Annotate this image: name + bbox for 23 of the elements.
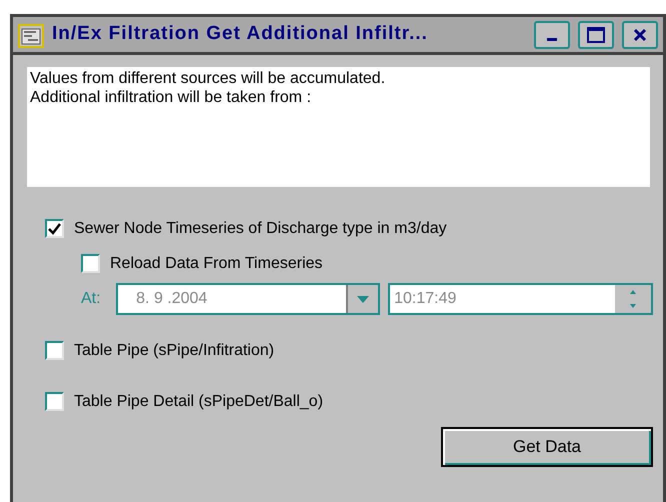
window-title: In/Ex Filtration Get Additional Infiltr... [52, 22, 429, 46]
checkbox[interactable] [45, 219, 64, 238]
close-icon [633, 28, 647, 42]
close-button[interactable] [622, 20, 658, 48]
checkbox-label: Sewer Node Timeseries of Discharge type in m3/day [74, 218, 447, 238]
checkbox-label: Table Pipe Detail (sPipeDet/Ball_o) [74, 392, 324, 412]
app-icon [18, 22, 44, 48]
maximize-button[interactable] [578, 20, 614, 48]
dropdown-arrow-icon [357, 296, 370, 302]
checkbox[interactable] [45, 341, 64, 360]
checkbox[interactable] [45, 392, 64, 411]
spin-up-icon [630, 290, 636, 294]
maximize-icon [587, 26, 605, 42]
minimize-icon [547, 38, 557, 40]
spin-down-icon [630, 304, 636, 308]
message-text: Additional infiltration will be taken from : [30, 88, 312, 107]
message-text: Values from different sources will be accumulated. [30, 69, 386, 88]
minimize-button[interactable] [534, 20, 570, 48]
checkbox-label: Table Pipe (sPipe/Infitration) [74, 340, 274, 360]
checkbox-label: Reload Data From Timeseries [110, 254, 323, 274]
get-data-button[interactable]: Get Data [441, 427, 653, 467]
at-label: At: [81, 289, 102, 309]
checkbox[interactable] [81, 254, 100, 273]
